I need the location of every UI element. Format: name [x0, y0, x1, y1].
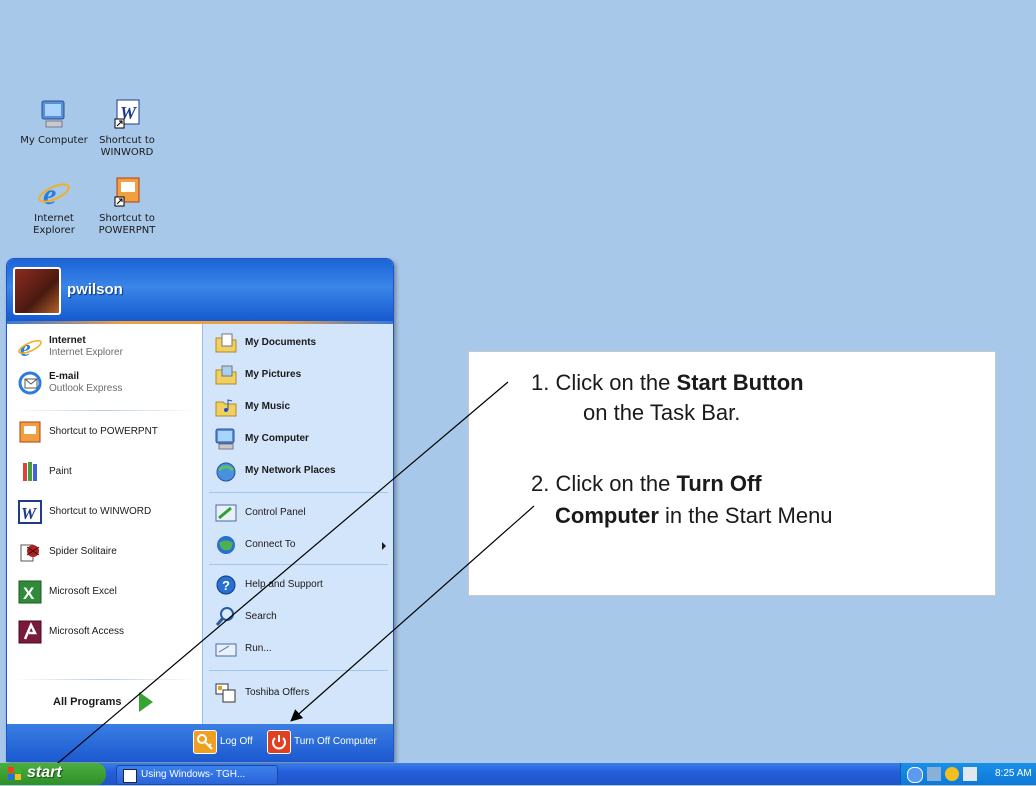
arrow-to-turn-off: [290, 505, 535, 722]
arrow-to-start: [43, 381, 509, 776]
network-icon[interactable]: [927, 767, 941, 781]
windows-flag-icon: [8, 767, 22, 781]
display-icon[interactable]: [963, 767, 977, 781]
taskbar-window-title: Using Windows- TGH...: [141, 769, 246, 780]
system-tray: 8:25 AM: [900, 763, 1036, 785]
word-icon: [123, 769, 137, 783]
annotation-arrows: [43, 381, 535, 776]
desktop: My Computer W Shortcut to WINWORD e Inte…: [0, 0, 1036, 776]
clock[interactable]: 8:25 AM: [995, 768, 1032, 779]
start-button[interactable]: start: [0, 763, 106, 785]
taskbar: start Using Windows- TGH... 8:25 AM: [0, 763, 1036, 785]
show-hidden-icons-icon[interactable]: [907, 767, 923, 783]
taskbar-window-button[interactable]: Using Windows- TGH...: [116, 765, 278, 785]
tray-notification-icon[interactable]: [945, 767, 959, 781]
start-label: start: [27, 764, 62, 781]
